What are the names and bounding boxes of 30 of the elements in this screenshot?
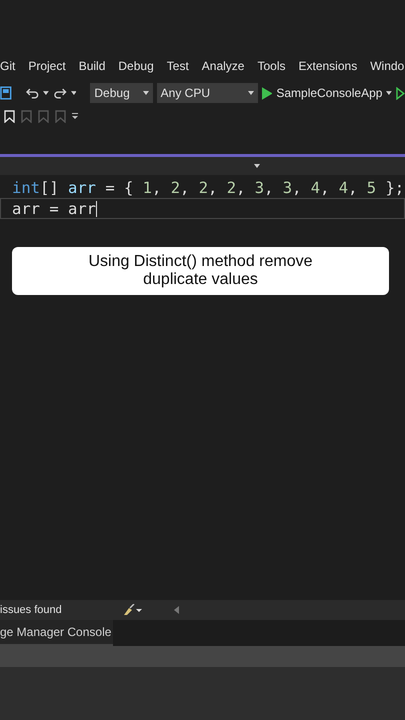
- menu-item[interactable]: Project: [28, 59, 66, 73]
- scroll-left-icon[interactable]: [174, 606, 179, 614]
- menu-item[interactable]: Analyze: [202, 59, 244, 73]
- menu-item[interactable]: Build: [78, 59, 106, 73]
- issues-status: issues found: [0, 604, 63, 616]
- menu-item[interactable]: Test: [166, 59, 189, 73]
- code-line: int[] arr = { 1, 2, 2, 2, 3, 3, 4, 4, 5 };: [11, 178, 405, 198]
- caret-icon: [248, 91, 254, 95]
- configuration-dropdown[interactable]: Debug: [90, 83, 153, 103]
- menu-item[interactable]: Debug: [118, 59, 154, 73]
- caret-icon: [386, 91, 392, 95]
- platform-dropdown[interactable]: Any CPU: [156, 83, 258, 103]
- play-icon[interactable]: [396, 86, 405, 100]
- menu-item[interactable]: Git: [0, 59, 16, 73]
- menu-item[interactable]: Tools: [257, 59, 286, 73]
- brush-icon[interactable]: [122, 604, 142, 616]
- caret-icon: [142, 91, 149, 95]
- panel-tab[interactable]: ge Manager Console: [0, 620, 114, 646]
- menu-item[interactable]: Extensions: [298, 59, 358, 73]
- undo-icon[interactable]: [26, 86, 40, 100]
- menu-item[interactable]: Windo: [370, 59, 404, 73]
- caption: Using Distinct() method remove duplicate values: [12, 247, 389, 295]
- play-icon[interactable]: [262, 86, 272, 100]
- caret-icon: [254, 164, 260, 168]
- redo-icon[interactable]: [53, 86, 67, 100]
- overflow-icon[interactable]: [72, 113, 78, 119]
- startup-project-button[interactable]: SampleConsoleApp: [276, 86, 382, 100]
- caret-icon: [43, 91, 49, 95]
- save-icon[interactable]: [0, 86, 12, 100]
- caret-icon: [70, 91, 76, 95]
